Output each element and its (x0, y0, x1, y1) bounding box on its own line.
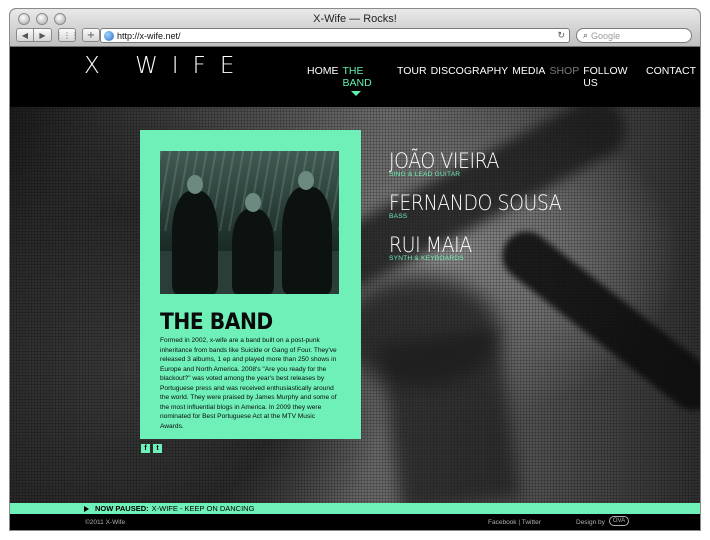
search-input[interactable]: ⌕ Google (576, 28, 692, 43)
player-status: NOW PAUSED: (95, 504, 149, 513)
player-track: X-WIFE - KEEP ON DANCING (151, 504, 255, 513)
search-icon: ⌕ (583, 30, 589, 40)
designer-logo[interactable]: OVA (609, 516, 629, 526)
nav-media[interactable]: MEDIA (512, 65, 545, 89)
address-bar[interactable]: http://x-wife.net/ ↻ (100, 28, 570, 43)
nav-tour[interactable]: TOUR (397, 65, 427, 89)
member-item: RUI MAIA SYNTH & KEYBOARDS (389, 233, 481, 262)
band-member-head (245, 193, 261, 212)
search-placeholder: Google (591, 30, 621, 41)
add-bookmark-button[interactable]: + (82, 28, 100, 42)
top-sites-button[interactable]: ⋮⋮⋮ (55, 28, 79, 42)
band-member-figure (282, 187, 332, 294)
band-title: THE BAND (160, 310, 273, 335)
twitter-icon[interactable]: t (153, 444, 162, 453)
band-member-head (187, 175, 203, 194)
background-shape (378, 329, 522, 505)
globe-icon (104, 30, 114, 41)
footer-social-links[interactable]: Facebook | Twitter (488, 519, 541, 526)
member-name: RUI MAIA (389, 233, 472, 257)
play-icon[interactable] (84, 505, 89, 512)
band-photo (160, 151, 339, 294)
nav-home[interactable]: HOME (307, 65, 339, 89)
back-button[interactable]: ◀ (16, 28, 34, 42)
main-nav: HOME THE BAND TOUR DISCOGRAPHY MEDIA SHO… (307, 65, 700, 89)
nav-contact[interactable]: CONTACT (646, 65, 696, 89)
site-logo[interactable]: X WIFE (84, 53, 248, 79)
social-links: f t (141, 444, 162, 453)
site-footer: ©2011 X-Wife Facebook | Twitter Design b… (10, 514, 700, 530)
design-credit: Design by (576, 519, 605, 526)
band-member-head (298, 171, 314, 190)
hero-background: THE BAND Formed in 2002, x-wife are a ba… (10, 107, 700, 505)
forward-button[interactable]: ▶ (34, 28, 52, 42)
nav-shop[interactable]: SHOP (549, 65, 579, 89)
music-player-bar: NOW PAUSED: X-WIFE - KEEP ON DANCING (10, 503, 700, 514)
band-card: THE BAND Formed in 2002, x-wife are a ba… (140, 130, 361, 439)
band-description: Formed in 2002, x-wife are a band built … (160, 337, 337, 430)
band-member-figure (172, 191, 218, 294)
browser-titlebar: X-Wife — Rocks! ◀ ▶ ⋮⋮⋮ + http://x-wife.… (10, 9, 700, 47)
member-name: FERNANDO SOUSA (389, 191, 562, 215)
reload-icon[interactable]: ↻ (557, 30, 565, 41)
nav-the-band[interactable]: THE BAND (343, 65, 394, 89)
active-nav-indicator-icon (351, 91, 361, 96)
background-shape (492, 222, 700, 420)
website: X WIFE HOME THE BAND TOUR DISCOGRAPHY ME… (10, 47, 700, 530)
window-title: X-Wife — Rocks! (313, 13, 397, 25)
band-member-figure (232, 209, 274, 294)
member-name: JOÃO VIEIRA (389, 149, 499, 173)
url-text: http://x-wife.net/ (117, 30, 181, 41)
copyright: ©2011 X-Wife (85, 519, 126, 526)
member-item: JOÃO VIEIRA SING & LEAD GUITAR (389, 149, 511, 178)
nav-discography[interactable]: DISCOGRAPHY (431, 65, 509, 89)
browser-window: X-Wife — Rocks! ◀ ▶ ⋮⋮⋮ + http://x-wife.… (10, 9, 700, 530)
member-item: FERNANDO SOUSA BASS (389, 191, 580, 220)
history-buttons: ◀ ▶ (16, 28, 52, 42)
nav-follow-us[interactable]: FOLLOW US (583, 65, 642, 89)
facebook-icon[interactable]: f (141, 444, 150, 453)
